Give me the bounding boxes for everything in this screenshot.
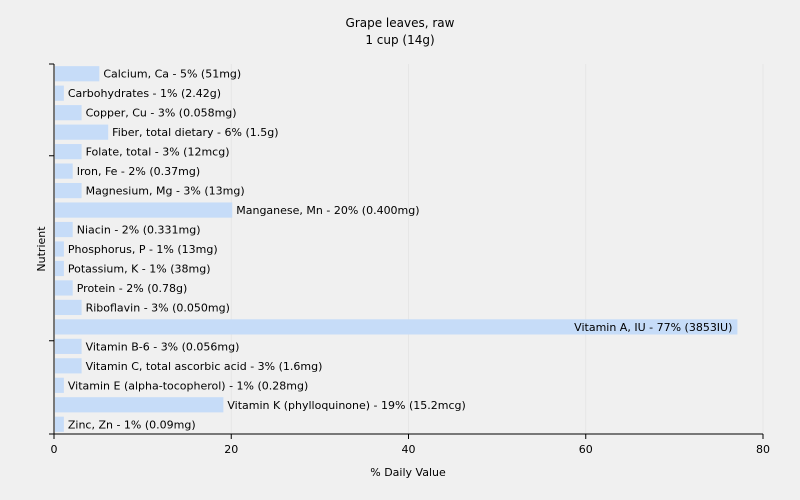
nutrient-bar-chart: Grape leaves, raw 1 cup (14g) Calcium, C… [35, 16, 770, 479]
x-tick-label: 80 [756, 443, 770, 456]
bar-label: Vitamin C, total ascorbic acid - 3% (1.6… [86, 360, 323, 373]
bar-label: Vitamin K (phylloquinone) - 19% (15.2mcg… [227, 399, 465, 412]
x-tick-label: 40 [402, 443, 416, 456]
bar-label: Niacin - 2% (0.331mg) [77, 224, 201, 237]
bar [55, 66, 100, 82]
bar [55, 105, 82, 121]
y-axis-title: Nutrient [35, 226, 48, 272]
bar-labels: Calcium, Ca - 5% (51mg) Carbohydrates - 1… [68, 68, 733, 432]
bar-label: Fiber, total dietary - 6% (1.5g) [112, 126, 278, 139]
gridlines [230, 64, 764, 434]
bar-label: Carbohydrates - 1% (2.42g) [68, 87, 221, 100]
bar-label: Copper, Cu - 3% (0.058mg) [86, 107, 237, 120]
bar [55, 338, 82, 354]
bar-label: Folate, total - 3% (12mcg) [86, 146, 230, 159]
x-axis-title: % Daily Value [370, 466, 446, 479]
bar [55, 416, 64, 432]
bar [55, 299, 82, 316]
x-tick-label: 60 [579, 443, 593, 456]
bar-label: Vitamin E (alpha-tocopherol) - 1% (0.28m… [68, 379, 308, 392]
bar-label: Calcium, Ca - 5% (51mg) [103, 68, 241, 81]
bar [55, 202, 233, 218]
chart-subtitle: 1 cup (14g) [365, 33, 434, 47]
bar-label: Iron, Fe - 2% (0.37mg) [77, 165, 200, 178]
chart-title: Grape leaves, raw [346, 16, 455, 30]
bar [55, 397, 224, 413]
bar-label: Protein - 2% (0.78g) [77, 282, 188, 295]
bar-label: Riboflavin - 3% (0.050mg) [86, 301, 230, 314]
bar [55, 280, 73, 296]
bar-label: Vitamin B-6 - 3% (0.056mg) [86, 340, 240, 353]
bar-label: Manganese, Mn - 20% (0.400mg) [236, 204, 419, 217]
bar [55, 377, 64, 393]
bar [55, 85, 64, 101]
x-tick-label: 0 [51, 443, 58, 456]
bar [55, 358, 82, 374]
y-ticks [49, 63, 54, 435]
x-ticks: 0 20 40 60 80 [51, 434, 770, 456]
bar-label: Magnesium, Mg - 3% (13mg) [86, 185, 245, 198]
bar [55, 163, 73, 179]
x-tick-label: 20 [224, 443, 238, 456]
bar-label: Phosphorus, P - 1% (13mg) [68, 243, 218, 256]
bar [55, 144, 82, 160]
bar [55, 241, 64, 257]
bar [55, 124, 109, 140]
bar-label: Vitamin A, IU - 77% (3853IU) [574, 321, 732, 334]
bar [55, 221, 73, 238]
bar [55, 182, 82, 199]
bar-label: Potassium, K - 1% (38mg) [68, 262, 211, 275]
bar [55, 260, 64, 277]
bar-label: Zinc, Zn - 1% (0.09mg) [68, 418, 196, 431]
